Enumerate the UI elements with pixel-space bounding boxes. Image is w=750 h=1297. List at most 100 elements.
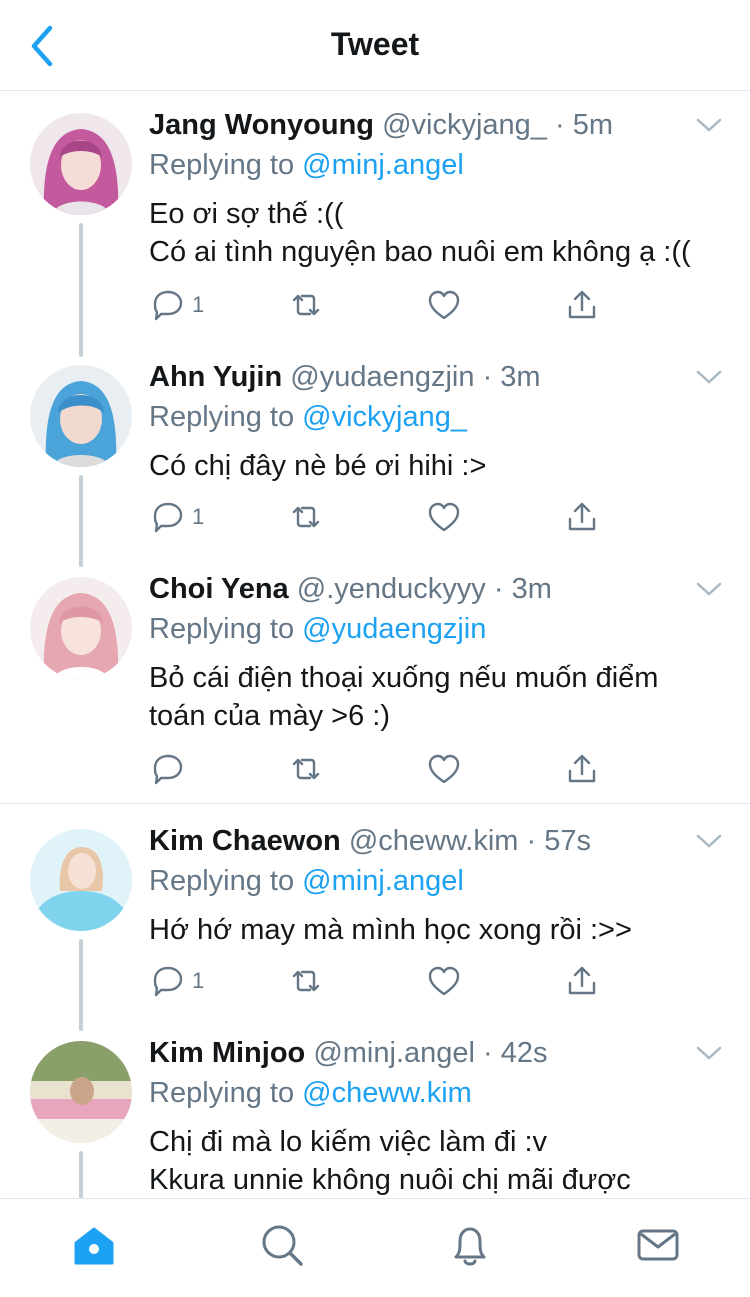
page-title: Tweet (330, 26, 420, 62)
separator-dot: · (493, 573, 504, 605)
reply-icon (153, 754, 183, 785)
reply-button[interactable]: 1 (150, 285, 204, 325)
share-button[interactable] (564, 285, 600, 325)
mention-link[interactable]: @yudaengzjin (302, 613, 486, 645)
like-button[interactable] (426, 497, 462, 537)
separator-dot: · (554, 109, 565, 141)
retweet-icon (292, 506, 320, 528)
tweet-text: Hớ hớ may mà mình học xong rồi :>> (149, 914, 632, 946)
timestamp: 42s (500, 1037, 548, 1069)
thread-connector (79, 223, 83, 357)
reply-button[interactable] (150, 749, 192, 789)
tweet[interactable]: Jang Wonyoung @vickyjang_ · 5m Replying … (0, 91, 750, 357)
chevron-down-icon[interactable] (694, 1043, 724, 1063)
timestamp: 5m (572, 109, 614, 141)
timestamp: 3m (511, 573, 552, 605)
chevron-down-icon[interactable] (694, 115, 724, 135)
reply-icon (153, 290, 183, 321)
thread-connector (79, 475, 83, 567)
display-name[interactable]: Ahn Yujin (149, 361, 282, 393)
share-icon (568, 966, 596, 995)
search-icon[interactable] (258, 1221, 306, 1269)
thread-connector (79, 939, 83, 1031)
separator-dot: · (482, 361, 493, 393)
tweet[interactable]: Ahn Yujin @yudaengzjin · 3m Replying to … (0, 343, 750, 567)
separator-dot: · (526, 825, 537, 857)
replying-to: Replying to @minj.angel (149, 149, 464, 181)
share-button[interactable] (564, 497, 600, 537)
tweet[interactable]: Kim Chaewon @cheww.kim · 57s Replying to… (0, 807, 750, 1031)
heart-icon (428, 502, 460, 532)
tweet-actions (150, 749, 610, 789)
user-handle[interactable]: @.yenduckyyy (297, 573, 486, 605)
tweet-actions: 1 (150, 285, 610, 325)
share-icon (568, 502, 596, 531)
like-button[interactable] (426, 285, 462, 325)
tweet-text: Bỏ cái điện thoại xuống nếu muốn điểm to… (149, 662, 659, 732)
avatar[interactable] (30, 113, 132, 215)
tweet-text: Có chị đây nè bé ơi hihi :> (149, 450, 487, 482)
messages-icon[interactable] (634, 1221, 682, 1269)
retweet-button[interactable] (288, 497, 324, 537)
replying-to: Replying to @yudaengzjin (149, 613, 487, 645)
reply-icon (153, 502, 183, 533)
reply-count: 1 (192, 292, 205, 317)
reply-button[interactable]: 1 (150, 497, 204, 537)
heart-icon (428, 966, 460, 996)
reply-count: 1 (192, 968, 205, 993)
reply-button[interactable]: 1 (150, 961, 204, 1001)
replying-to: Replying to @vickyjang_ (149, 401, 467, 433)
tweet[interactable]: Choi Yena @.yenduckyyy · 3m Replying to … (0, 555, 750, 803)
display-name[interactable]: Jang Wonyoung (149, 109, 374, 141)
display-name[interactable]: Kim Minjoo (149, 1037, 305, 1069)
like-button[interactable] (426, 961, 462, 1001)
share-icon (568, 754, 596, 783)
mention-link[interactable]: @minj.angel (302, 149, 464, 181)
thread-connector (79, 1151, 83, 1198)
avatar[interactable] (30, 577, 132, 679)
display-name[interactable]: Kim Chaewon (149, 825, 341, 857)
chevron-down-icon[interactable] (694, 367, 724, 387)
reply-count: 1 (192, 504, 205, 529)
notifications-icon[interactable] (446, 1221, 494, 1269)
avatar[interactable] (30, 829, 132, 931)
chevron-down-icon[interactable] (694, 831, 724, 851)
retweet-button[interactable] (288, 749, 324, 789)
heart-icon (428, 290, 460, 320)
retweet-button[interactable] (288, 285, 324, 325)
display-name[interactable]: Choi Yena (149, 573, 289, 605)
like-button[interactable] (426, 749, 462, 789)
retweet-icon (292, 758, 320, 780)
timestamp: 57s (544, 825, 592, 857)
mention-link[interactable]: @cheww.kim (302, 1077, 472, 1109)
share-button[interactable] (564, 749, 600, 789)
thread-divider (0, 803, 750, 804)
tweet-actions: 1 (150, 497, 610, 537)
retweet-icon (292, 294, 320, 316)
tweet-actions: 1 (150, 961, 610, 1001)
separator-dot: · (483, 1037, 493, 1069)
avatar[interactable] (30, 365, 132, 467)
retweet-button[interactable] (288, 961, 324, 1001)
user-handle[interactable]: @yudaengzjin (290, 361, 474, 393)
tweet[interactable]: Kim Minjoo @minj.angel · 42s Replying to… (0, 1019, 750, 1198)
mention-link[interactable]: @minj.angel (302, 865, 464, 897)
top-bar: Tweet (0, 0, 750, 91)
timestamp: 3m (500, 361, 541, 393)
share-button[interactable] (564, 961, 600, 1001)
heart-icon (428, 754, 460, 784)
replying-to: Replying to @cheww.kim (149, 1077, 472, 1109)
reply-icon (153, 966, 183, 997)
avatar[interactable] (30, 1041, 132, 1143)
home-icon[interactable] (70, 1221, 118, 1269)
user-handle[interactable]: @minj.angel (313, 1037, 475, 1069)
retweet-icon (292, 970, 320, 992)
mention-link[interactable]: @vickyjang_ (302, 401, 467, 433)
bottom-tab-bar (0, 1198, 750, 1297)
replying-to: Replying to @minj.angel (149, 865, 464, 897)
tweet-text: Eo ơi sợ thế :(( Có ai tình nguyện bao n… (149, 198, 691, 268)
user-handle[interactable]: @vickyjang_ (382, 109, 547, 141)
user-handle[interactable]: @cheww.kim (349, 825, 519, 857)
chevron-down-icon[interactable] (694, 579, 724, 599)
share-icon (568, 290, 596, 319)
